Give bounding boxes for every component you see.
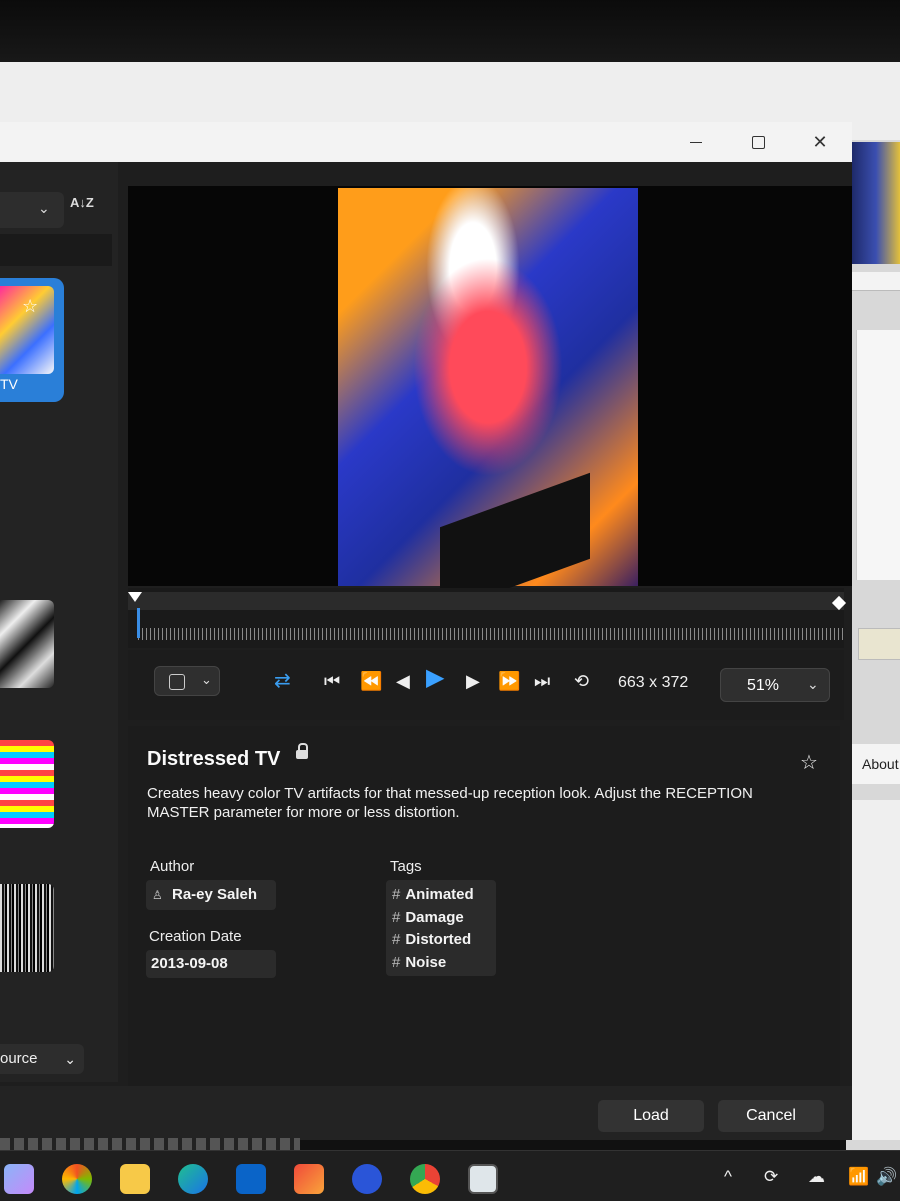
in-point-marker[interactable]: [128, 592, 142, 602]
minimize-icon: [690, 141, 702, 143]
background-app-toolbar: [850, 272, 900, 291]
background-app-image: [852, 142, 900, 264]
preview-dimensions: 663 x 372: [618, 674, 689, 691]
next-frame-icon[interactable]: ▶: [466, 672, 480, 690]
star-icon[interactable]: ☆: [22, 296, 38, 317]
shuffle-icon[interactable]: ⇄: [274, 671, 291, 691]
timeline-range-bar[interactable]: [128, 592, 844, 610]
skip-to-start-icon[interactable]: ⏮: [324, 672, 340, 690]
zoom-dropdown[interactable]: 51% ⌄: [720, 668, 830, 702]
tags-label: Tags: [390, 858, 422, 875]
hash-icon: #: [392, 931, 401, 948]
hash-icon: #: [392, 953, 401, 971]
active-app-icon[interactable]: [468, 1164, 498, 1194]
view-mode-dropdown[interactable]: ⌄: [154, 666, 220, 696]
monitor-bezel: [0, 0, 900, 70]
cancel-button[interactable]: Cancel: [718, 1100, 824, 1132]
effect-description: Creates heavy color TV artifacts for tha…: [147, 785, 753, 821]
chevron-down-icon: ⌄: [201, 672, 212, 687]
creation-date-label: Creation Date: [149, 928, 242, 945]
tag-label: Distorted: [405, 931, 472, 948]
outlook-icon[interactable]: [236, 1164, 266, 1194]
load-button[interactable]: Load: [598, 1100, 704, 1132]
headphones-icon[interactable]: [352, 1164, 382, 1194]
tag[interactable]: # Damage: [392, 907, 496, 930]
effect-info-panel: Distressed TV ☆ Creates heavy color TV a…: [128, 726, 840, 1086]
thumbnail-image: [0, 884, 54, 972]
previous-frame-icon[interactable]: ◀: [396, 672, 410, 690]
effects-list-panel: ⌄ A↓Z ☆ TV: [0, 162, 118, 1082]
zoom-value: 51%: [747, 677, 780, 694]
rewind-icon[interactable]: ⏪: [360, 672, 382, 690]
chrome-icon[interactable]: [410, 1164, 440, 1194]
sort-az-icon[interactable]: A↓Z: [70, 196, 98, 224]
close-icon: ✕: [812, 131, 828, 152]
tray-overflow-icon[interactable]: ^: [724, 1167, 732, 1187]
effect-thumbnail-selected[interactable]: ☆ TV: [0, 278, 64, 402]
chevron-down-icon: ⌄: [38, 200, 50, 216]
thumbnail-image: [0, 600, 54, 688]
background-app-panel: [856, 330, 900, 580]
loop-icon[interactable]: ⟲: [574, 672, 589, 690]
favorite-star-icon[interactable]: ☆: [800, 750, 818, 775]
playback-controls: ⌄ ⇄ ⏮ ⏪ ◀ ▶ ▶ ⏩ ⏭ ⟲ 663 x 372 51% ⌄: [128, 650, 844, 720]
person-icon: ♙: [152, 888, 163, 902]
lock-icon: [296, 743, 308, 759]
hash-icon: #: [392, 908, 401, 926]
copilot-icon[interactable]: [62, 1164, 92, 1194]
cloud-icon[interactable]: ☁: [808, 1167, 825, 1187]
author-name: Ra-ey Saleh: [172, 886, 258, 903]
skip-to-end-icon[interactable]: ⏭: [534, 672, 550, 690]
author-chip: ♙ Ra-ey Saleh: [146, 880, 276, 910]
wifi-icon[interactable]: 📶: [848, 1167, 869, 1187]
fast-forward-icon[interactable]: ⏩: [498, 672, 520, 690]
close-button[interactable]: ✕: [800, 126, 840, 158]
source-label: ource: [0, 1050, 38, 1067]
edge-icon[interactable]: [178, 1164, 208, 1194]
app-icon[interactable]: [294, 1164, 324, 1194]
hash-icon: #: [392, 886, 401, 903]
timeline-ticks: [138, 628, 844, 640]
taskbar: ^ ⟳ ☁ 📶 🔊: [0, 1150, 900, 1201]
maximize-icon: [751, 135, 765, 149]
playhead[interactable]: [137, 608, 140, 638]
sync-icon[interactable]: ⟳: [764, 1167, 778, 1187]
source-dropdown[interactable]: ource ⌄: [0, 1044, 84, 1074]
tag[interactable]: # Noise: [392, 952, 496, 975]
thumbnail-image: [0, 740, 54, 828]
tag[interactable]: # Animated: [392, 884, 496, 907]
sort-dropdown[interactable]: ⌄: [0, 192, 64, 228]
tag-label: Damage: [405, 908, 464, 926]
timeline[interactable]: [128, 588, 847, 648]
thumbnail-label: TV: [0, 376, 18, 392]
minimize-button[interactable]: [676, 126, 716, 158]
background-about-tab[interactable]: About: [850, 744, 900, 784]
chevron-down-icon: ⌄: [807, 676, 819, 692]
search-input[interactable]: [0, 234, 112, 266]
play-icon[interactable]: ▶: [426, 666, 444, 690]
folder-icon[interactable]: [120, 1164, 150, 1194]
background-app-lower: [850, 800, 900, 1140]
tags-list: # Animated # Damage # Distorted # Noise: [386, 880, 496, 976]
titlebar: ✕: [0, 122, 852, 162]
effect-title: Distressed TV: [147, 748, 281, 770]
chevron-down-icon: ⌄: [64, 1051, 76, 1067]
volume-icon[interactable]: 🔊: [876, 1167, 897, 1187]
dialog-footer: Load Cancel: [0, 1086, 852, 1140]
creation-date-value: 2013-09-08: [146, 950, 276, 978]
background-timeline-strip: [0, 1138, 300, 1150]
square-icon: [169, 674, 185, 690]
maximize-button[interactable]: [738, 126, 778, 158]
tag-label: Noise: [405, 953, 447, 971]
background-app-button[interactable]: [858, 628, 900, 660]
app-icon[interactable]: [4, 1164, 34, 1194]
tag[interactable]: # Distorted: [392, 929, 496, 952]
tag-label: Animated: [405, 886, 474, 903]
author-label: Author: [150, 858, 195, 875]
